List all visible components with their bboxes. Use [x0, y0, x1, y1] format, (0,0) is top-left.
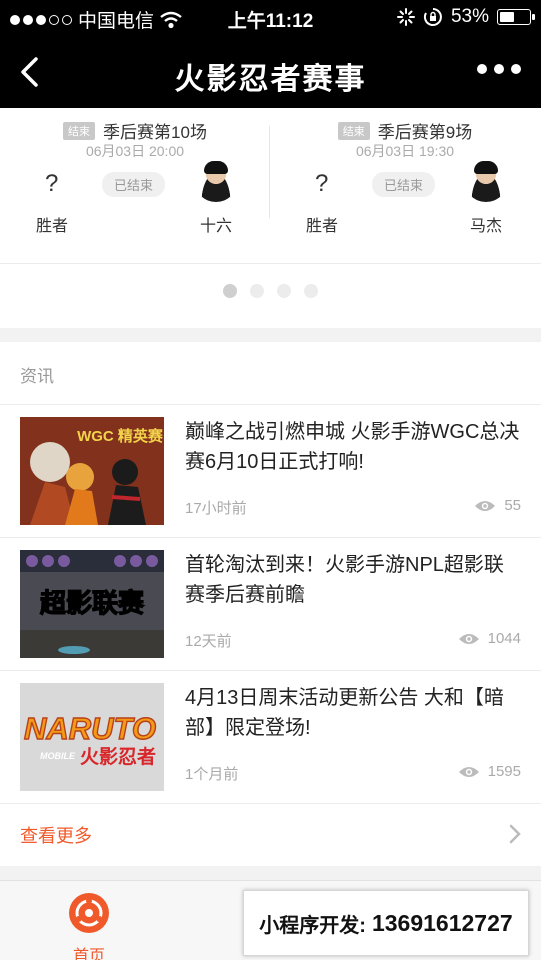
- view-count-value: 1044: [487, 630, 521, 647]
- eye-icon: [458, 633, 479, 644]
- match-title: 季后赛第9场: [377, 123, 473, 142]
- unknown-winner-mark: ?: [315, 170, 329, 197]
- carousel-pager[interactable]: [0, 284, 541, 298]
- view-count: 1595: [458, 763, 521, 780]
- news-item[interactable]: WGC 精英赛 巅峰之战引燃申城 火影手游WGC总决赛6月10日正式打响! 17…: [0, 405, 541, 538]
- eye-icon: [458, 766, 479, 777]
- overlay-phone: 13691612727: [371, 909, 513, 936]
- status-tag: 结束: [63, 122, 96, 140]
- player-name: 马杰: [470, 218, 503, 235]
- overlay-label: 小程序开发:: [259, 914, 366, 937]
- news-section: 资讯 WGC 精英赛 巅峰之战引燃申城 火影手游WGC总决赛6月10日正式打响!…: [0, 342, 541, 866]
- match-card[interactable]: 结束 季后赛第9场 06月03日 19:30 ? 已结束 胜者 马杰: [270, 108, 540, 263]
- view-more-link[interactable]: 查看更多: [0, 802, 541, 866]
- winner-label: 胜者: [306, 218, 339, 235]
- view-count: 1044: [458, 630, 521, 647]
- unknown-winner-mark: ?: [45, 170, 59, 197]
- match-title: 季后赛第10场: [103, 123, 207, 142]
- news-time: 12天前: [185, 633, 232, 650]
- player-avatar: [194, 158, 238, 202]
- match-time: 06月03日 20:00: [85, 143, 185, 159]
- news-time: 1个月前: [185, 766, 239, 783]
- nav-bar: 火影忍者赛事: [0, 36, 541, 108]
- divider: [0, 263, 541, 264]
- view-count: 55: [474, 497, 521, 514]
- news-title[interactable]: 巅峰之战引燃申城 火影手游WGC总决赛6月10日正式打响!: [185, 417, 520, 477]
- player-name: 十六: [200, 218, 233, 235]
- tab-home[interactable]: 首页: [59, 891, 119, 960]
- section-title: 资讯: [20, 367, 54, 386]
- news-thumbnail: WGC 精英赛: [20, 417, 164, 525]
- battery-icon: [497, 9, 535, 25]
- pager-dot[interactable]: [223, 284, 237, 298]
- rotation-lock-icon: [423, 8, 442, 26]
- thumbnail-caption: 超影联赛: [40, 588, 145, 618]
- news-title[interactable]: 首轮淘汰到来！火影手游NPL超影联赛季后赛前瞻: [185, 550, 520, 610]
- news-thumbnail: 超影联赛: [20, 550, 164, 658]
- match-card[interactable]: 结束 季后赛第10场 06月03日 20:00 ? 已结束 胜者 十六: [0, 108, 270, 263]
- news-time: 17小时前: [185, 500, 247, 517]
- match-status-pill: 已结束: [102, 172, 166, 197]
- news-item[interactable]: NARUTO MOBILE 火影忍者 4月13日周末活动更新公告 大和【暗部】限…: [0, 671, 541, 804]
- battery-percent: 53%: [450, 6, 489, 27]
- pager-dot[interactable]: [250, 284, 264, 298]
- chevron-right-icon: [509, 824, 521, 844]
- news-item[interactable]: 超影联赛 首轮淘汰到来！火影手游NPL超影联赛季后赛前瞻 12天前 1044: [0, 538, 541, 671]
- thumbnail-caption: NARUTO: [24, 711, 156, 746]
- more-options-icon[interactable]: [477, 64, 521, 74]
- loading-icon: [396, 8, 415, 26]
- news-thumbnail: NARUTO MOBILE 火影忍者: [20, 683, 164, 791]
- pager-dot[interactable]: [277, 284, 291, 298]
- status-bar: 中国电信 上午11:12 53%: [0, 0, 541, 36]
- player-avatar: [464, 158, 508, 202]
- thumbnail-subcaption: 火影忍者: [80, 746, 156, 768]
- view-more-label: 查看更多: [20, 826, 92, 846]
- view-count-value: 1595: [487, 763, 521, 780]
- status-tag: 结束: [337, 122, 370, 140]
- pager-dot[interactable]: [304, 284, 318, 298]
- home-tab-icon: [69, 893, 109, 933]
- view-count-value: 55: [504, 497, 521, 514]
- thumbnail-badge: MOBILE: [40, 751, 76, 761]
- thumbnail-caption: WGC 精英赛: [77, 427, 164, 445]
- tab-home-label: 首页: [72, 948, 105, 960]
- match-time: 06月03日 19:30: [355, 143, 455, 159]
- contact-overlay: 小程序开发: 13691612727: [243, 890, 529, 956]
- news-title[interactable]: 4月13日周末活动更新公告 大和【暗部】限定登场!: [185, 683, 520, 743]
- page-title: 火影忍者赛事: [174, 63, 367, 96]
- match-carousel[interactable]: 结束 季后赛第10场 06月03日 20:00 ? 已结束 胜者 十六 结束 季后赛…: [0, 108, 541, 328]
- winner-label: 胜者: [36, 218, 69, 235]
- match-status-pill: 已结束: [372, 172, 436, 197]
- eye-icon: [475, 500, 496, 511]
